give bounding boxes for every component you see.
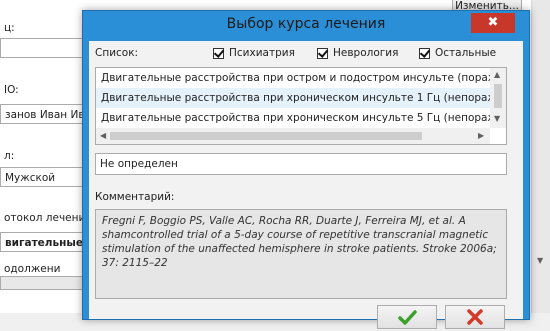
list-item[interactable]: Двигательные расстройства при хроническо… xyxy=(96,108,491,128)
parent-label-5: одолжени xyxy=(4,263,61,275)
course-listbox[interactable]: Двигательные расстройства при остром и п… xyxy=(95,67,507,145)
ok-button[interactable] xyxy=(377,305,437,329)
scroll-left-icon[interactable]: ◀ xyxy=(100,131,106,140)
list-horizontal-scrollbar[interactable]: ◀ ▶ xyxy=(96,128,490,144)
close-button[interactable]: ✖ xyxy=(471,13,515,33)
comment-text: Fregni F, Boggio PS, Valle AC, Rocha RR,… xyxy=(95,209,507,299)
scroll-thumb[interactable] xyxy=(494,84,502,108)
cancel-button[interactable] xyxy=(445,305,505,329)
close-icon: ✖ xyxy=(487,15,499,30)
list-item[interactable]: Двигательные расстройства при остром и п… xyxy=(96,68,491,88)
filter-other-checkbox[interactable]: Остальные xyxy=(419,47,496,59)
parent-field-name[interactable]: занов Иван Ив xyxy=(0,104,84,124)
parent-hscroll[interactable] xyxy=(0,276,84,290)
parent-field-protocol[interactable]: вигательные xyxy=(0,232,84,252)
dialog-body: Список: Психиатрия Неврология Остальные … xyxy=(89,41,523,329)
scroll-down-icon[interactable]: ▼ xyxy=(494,114,500,123)
parent-field-gender[interactable]: Мужской xyxy=(0,167,84,187)
dialog-title-bar[interactable]: Выбор курса лечения ✖ xyxy=(83,11,529,41)
parent-label-fio: IO: xyxy=(4,84,19,96)
checkbox-checked-icon xyxy=(419,47,430,59)
status-field[interactable]: Не определен xyxy=(95,153,507,175)
parent-scroll-down-icon[interactable]: ▼ xyxy=(537,256,543,265)
filter-psychiatry-checkbox[interactable]: Психиатрия xyxy=(213,47,295,59)
checkbox-checked-icon xyxy=(317,47,328,59)
dialog-title: Выбор курса лечения xyxy=(226,16,386,32)
comment-label: Комментарий: xyxy=(95,191,175,203)
cross-icon xyxy=(467,309,483,325)
list-label: Список: xyxy=(95,47,139,59)
gender-value: Мужской xyxy=(5,172,56,184)
list-vertical-scrollbar[interactable]: ▲ ▼ xyxy=(490,68,506,128)
filter-label: Остальные xyxy=(435,47,497,59)
parent-label-protocol: отокол лечени xyxy=(4,212,86,224)
filter-label: Неврология xyxy=(333,47,399,59)
parent-label-gender: л: xyxy=(4,150,15,162)
scroll-thumb[interactable] xyxy=(110,132,422,140)
list-item-selected[interactable]: Двигательные расстройства при хроническо… xyxy=(96,88,491,108)
parent-field-1[interactable] xyxy=(0,38,84,58)
course-selection-dialog: Выбор курса лечения ✖ Список: Психиатрия… xyxy=(82,10,530,329)
filter-neurology-checkbox[interactable]: Неврология xyxy=(317,47,398,59)
parent-label-1: ц: xyxy=(4,22,15,34)
checkmark-icon xyxy=(398,310,417,325)
scroll-right-icon[interactable]: ▶ xyxy=(478,131,484,140)
filter-label: Психиатрия xyxy=(229,47,295,59)
checkbox-checked-icon xyxy=(213,47,224,59)
scroll-up-icon[interactable]: ▲ xyxy=(494,70,500,79)
parent-scrollbar[interactable] xyxy=(531,0,550,313)
